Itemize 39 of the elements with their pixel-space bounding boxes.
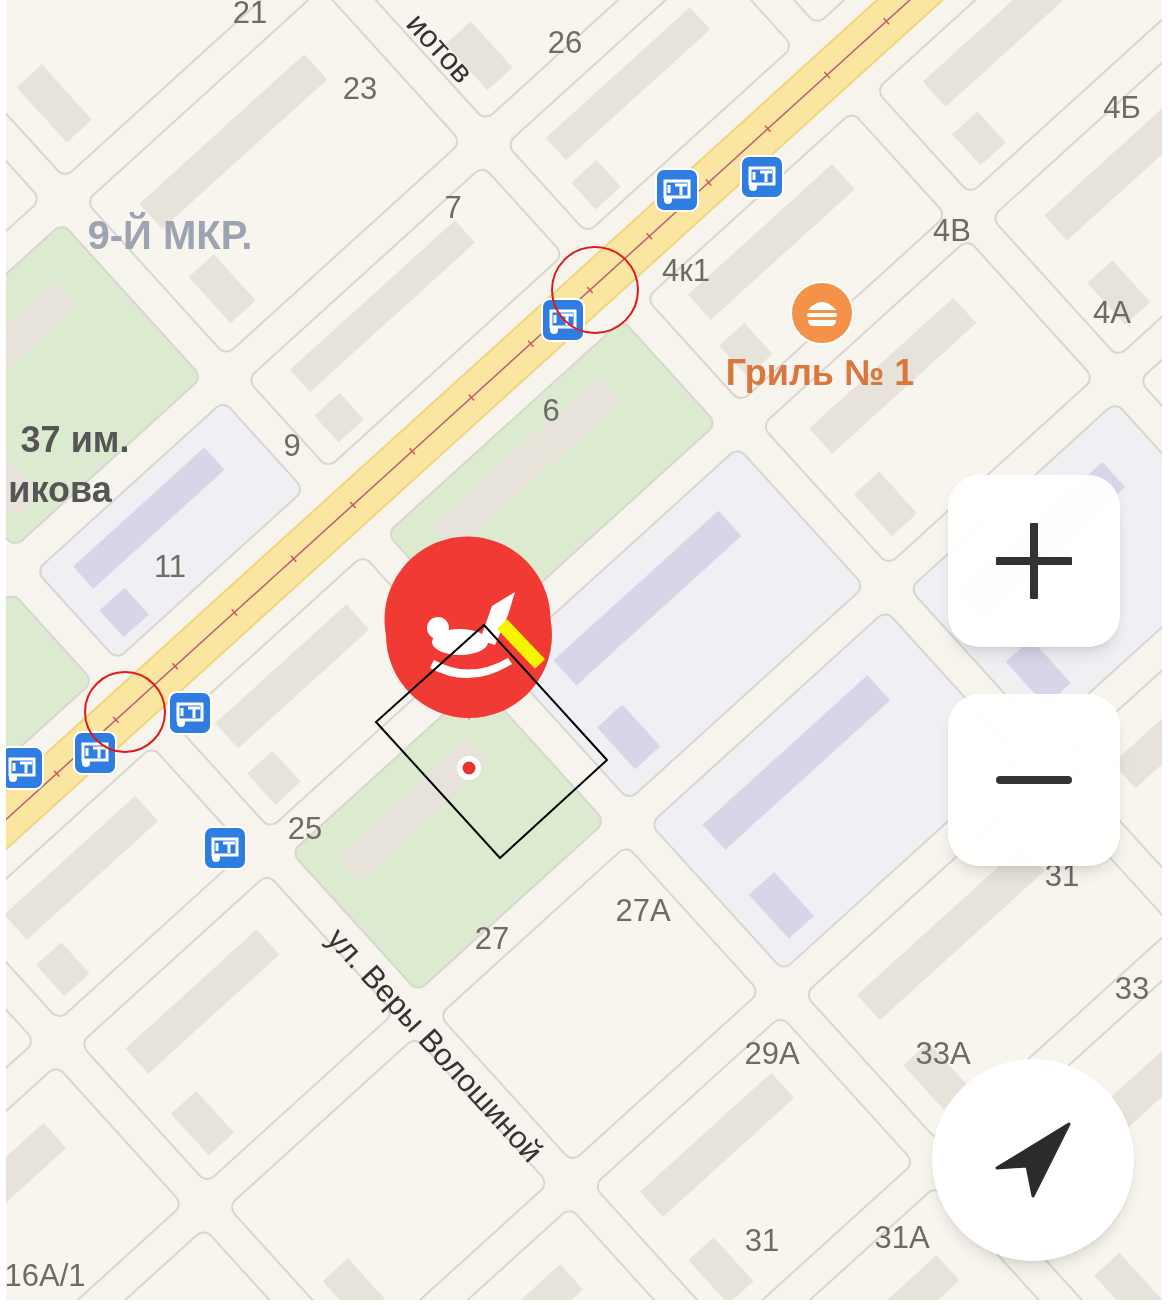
bus-stop-icon[interactable] [740,155,784,199]
house-number: 6 [542,394,560,426]
house-number: 23 [342,72,378,104]
place-name: 37 им. [20,422,130,458]
house-number: 21 [232,0,268,28]
house-number: 33 [1114,972,1150,1004]
house-number: 4к1 [662,254,710,286]
minus-icon [996,775,1072,785]
place-name: Гриль № 1 [725,355,915,391]
house-number: 31А [874,1221,930,1253]
navigation-arrow-icon [993,1120,1073,1200]
house-number: 27А [615,894,671,926]
bus-stop-icon[interactable] [655,168,699,212]
house-number: 4В [933,214,971,246]
zoom-in-button[interactable] [948,475,1120,647]
house-number: 27 [474,922,510,954]
location-dot [457,756,481,780]
house-number: 26 [547,26,583,58]
house-number: 33А [915,1037,971,1069]
house-number: 4А [1093,296,1131,328]
house-number: 31 [744,1224,780,1256]
house-number: 29А [744,1037,800,1069]
house-number: 16А/1 [6,1259,86,1291]
house-number: 7 [444,191,462,223]
bus-stop-icon[interactable] [541,298,585,342]
rocking-horse-icon [427,592,515,678]
plus-icon [996,523,1072,599]
house-number: 11 [153,550,187,582]
zoom-out-button[interactable] [948,694,1120,866]
place-name: икова [8,472,112,508]
house-number: 4Б [1103,91,1141,123]
house-number: 25 [287,812,323,844]
bus-stop-icon[interactable] [6,746,44,790]
bus-stop-icon[interactable] [73,731,117,775]
highlight-bar [496,619,546,669]
bus-stop-icon[interactable] [168,691,212,735]
bus-stop-icon[interactable] [203,826,247,870]
house-number: 31 [1044,859,1080,891]
house-number: 9 [283,429,301,461]
